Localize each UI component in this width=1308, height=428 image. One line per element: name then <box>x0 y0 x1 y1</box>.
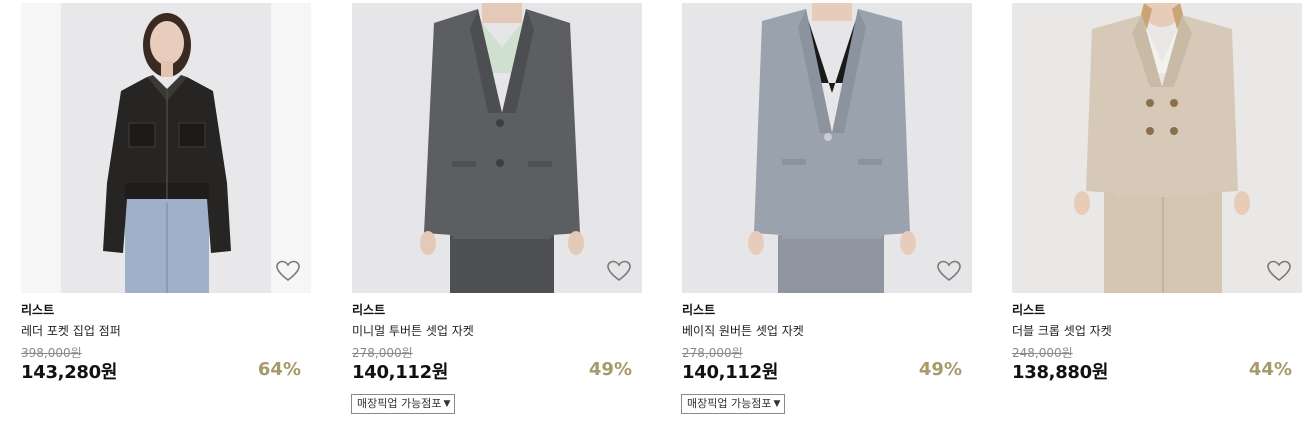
product-card[interactable]: 리스트 베이직 원버튼 셋업 자켓 278,000원 140,112원 49% … <box>681 0 972 428</box>
sale-price: 140,112원 <box>682 362 779 383</box>
sale-price: 143,280원 <box>21 362 118 383</box>
caret-down-icon: ▼ <box>773 399 781 409</box>
product-image[interactable] <box>352 3 642 293</box>
discount-rate: 49% <box>918 359 962 380</box>
product-image[interactable] <box>682 3 972 293</box>
heart-outline-icon[interactable] <box>606 259 632 283</box>
product-name[interactable]: 레더 포켓 집업 점퍼 <box>21 322 121 339</box>
product-name[interactable]: 더블 크롭 셋업 자켓 <box>1012 322 1112 339</box>
brand-name: 리스트 <box>21 303 55 317</box>
product-card[interactable]: 리스트 레더 포켓 집업 점퍼 398,000원 143,280원 64% <box>21 0 311 428</box>
product-card[interactable]: 리스트 더블 크롭 셋업 자켓 248,000원 138,880원 44% <box>1012 0 1302 428</box>
product-image[interactable] <box>21 3 311 293</box>
discount-rate: 44% <box>1248 359 1292 380</box>
heart-outline-icon[interactable] <box>275 259 301 283</box>
product-name[interactable]: 베이직 원버튼 셋업 자켓 <box>682 322 804 339</box>
store-pickup-dropdown[interactable]: 매장픽업 가능점포 ▼ <box>351 394 456 414</box>
sale-price: 138,880원 <box>1012 362 1109 383</box>
brand-name: 리스트 <box>1012 303 1046 317</box>
sale-price: 140,112원 <box>352 362 449 383</box>
heart-outline-icon[interactable] <box>1266 259 1292 283</box>
caret-down-icon: ▼ <box>443 399 451 409</box>
store-pickup-dropdown[interactable]: 매장픽업 가능점포 ▼ <box>681 394 786 414</box>
product-image[interactable] <box>1012 3 1302 293</box>
store-pickup-label: 매장픽업 가능점포 <box>357 397 442 410</box>
product-name[interactable]: 미니멀 투버튼 셋업 자켓 <box>352 322 474 339</box>
discount-rate: 64% <box>257 359 301 380</box>
brand-name: 리스트 <box>682 303 716 317</box>
discount-rate: 49% <box>588 359 632 380</box>
store-pickup-label: 매장픽업 가능점포 <box>687 397 772 410</box>
heart-outline-icon[interactable] <box>936 259 962 283</box>
brand-name: 리스트 <box>352 303 386 317</box>
product-grid: 리스트 레더 포켓 집업 점퍼 398,000원 143,280원 64% 리스… <box>0 0 1308 428</box>
product-card[interactable]: 리스트 미니멀 투버튼 셋업 자켓 278,000원 140,112원 49% … <box>351 0 642 428</box>
